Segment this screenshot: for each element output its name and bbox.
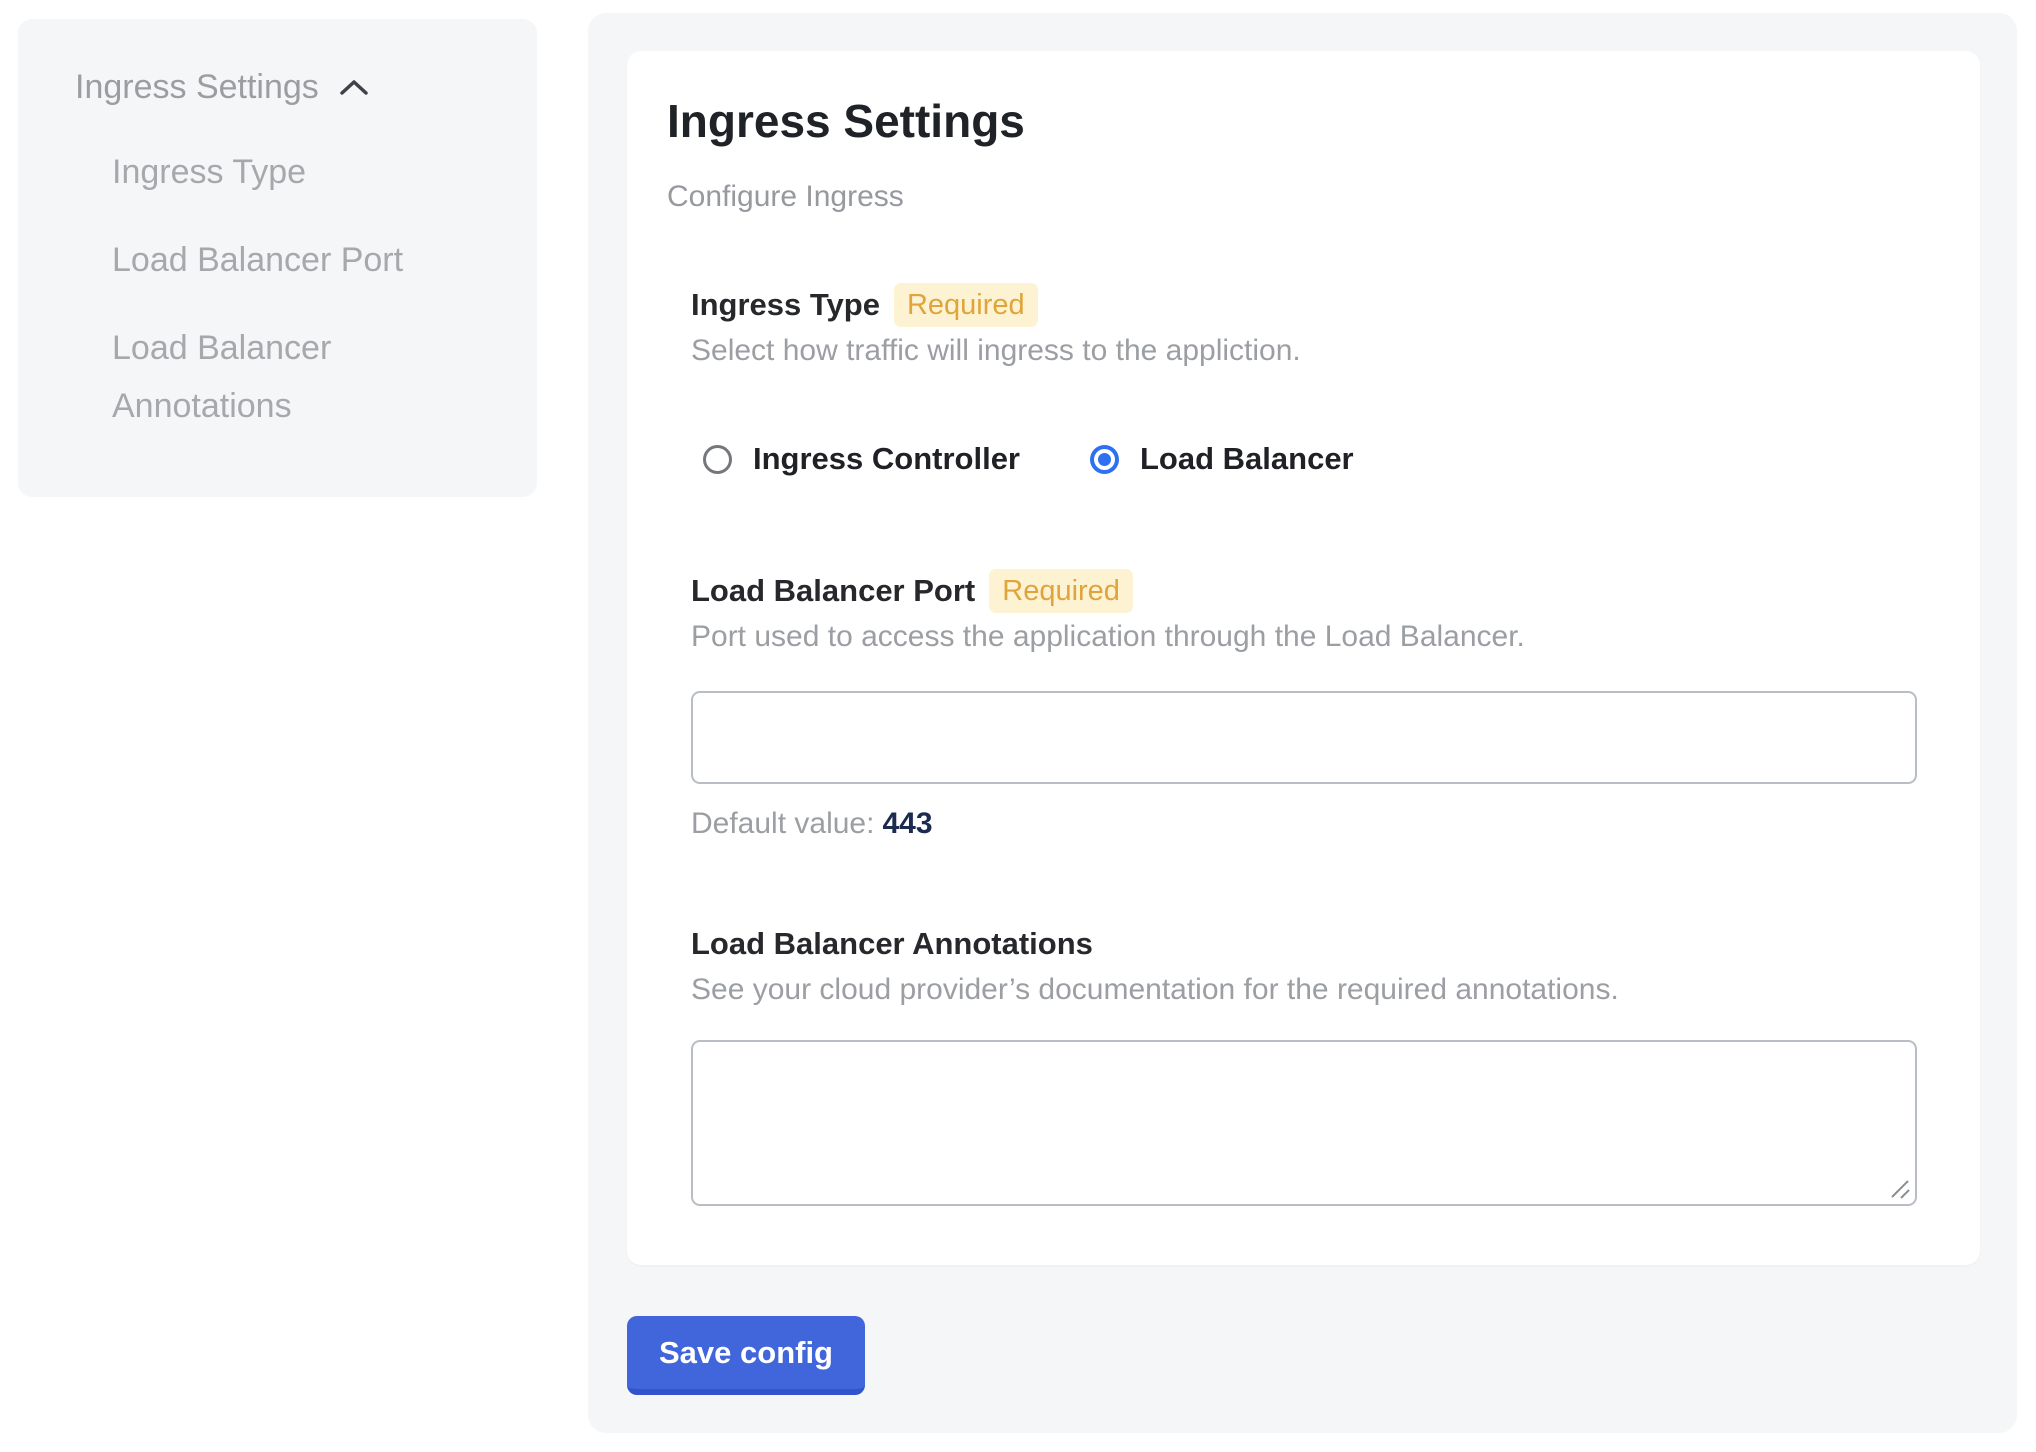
resize-handle-icon[interactable] [1887, 1176, 1911, 1200]
screen: Ingress Settings Ingress Type Load Balan… [0, 0, 2036, 1452]
radio-label-ingress-controller: Ingress Controller [753, 441, 1020, 477]
ingress-type-label-row: Ingress Type Required [691, 283, 1940, 327]
form-sections: Ingress Type Required Select how traffic… [691, 283, 1940, 1206]
load-balancer-port-label: Load Balancer Port [691, 569, 975, 613]
settings-card: Ingress Settings Configure Ingress Ingre… [627, 51, 1980, 1265]
sidebar-item-load-balancer-annotations[interactable]: Load Balancer Annotations [112, 319, 475, 435]
sidebar-list: Ingress Type Load Balancer Port Load Bal… [75, 143, 475, 435]
chevron-up-icon [339, 77, 369, 97]
default-value-note: Default value:443 [691, 804, 1940, 844]
radio-option-ingress-controller[interactable]: Ingress Controller [703, 441, 1020, 477]
ingress-type-description: Select how traffic will ingress to the a… [691, 331, 1940, 371]
sidebar-section-toggle[interactable]: Ingress Settings [75, 63, 497, 111]
radio-unchecked-icon[interactable] [703, 445, 732, 474]
section-ingress-type: Ingress Type Required Select how traffic… [691, 283, 1940, 477]
load-balancer-annotations-textarea[interactable] [691, 1040, 1917, 1206]
load-balancer-port-description: Port used to access the application thro… [691, 617, 1940, 657]
section-load-balancer-annotations: Load Balancer Annotations See your cloud… [691, 922, 1940, 1206]
page-subtitle: Configure Ingress [667, 177, 1940, 217]
page-title: Ingress Settings [667, 93, 1940, 149]
load-balancer-annotations-label-row: Load Balancer Annotations [691, 922, 1940, 966]
annotations-textarea-wrap [691, 1040, 1917, 1206]
default-value-label: Default value: [691, 807, 874, 840]
ingress-type-label: Ingress Type [691, 283, 880, 327]
radio-label-load-balancer: Load Balancer [1140, 441, 1354, 477]
main-panel: Ingress Settings Configure Ingress Ingre… [588, 13, 2017, 1433]
load-balancer-annotations-description: See your cloud provider’s documentation … [691, 970, 1940, 1010]
default-value: 443 [882, 807, 932, 840]
load-balancer-port-input[interactable] [691, 691, 1917, 784]
sidebar: Ingress Settings Ingress Type Load Balan… [18, 19, 537, 497]
sidebar-section-label: Ingress Settings [75, 63, 319, 111]
load-balancer-port-label-row: Load Balancer Port Required [691, 569, 1940, 613]
load-balancer-annotations-label: Load Balancer Annotations [691, 922, 1093, 966]
ingress-type-radio-group: Ingress Controller Load Balancer [691, 441, 1940, 477]
sidebar-item-load-balancer-port[interactable]: Load Balancer Port [112, 231, 475, 289]
sidebar-item-ingress-type[interactable]: Ingress Type [112, 143, 475, 201]
required-badge: Required [989, 569, 1133, 613]
save-config-button[interactable]: Save config [627, 1316, 865, 1395]
required-badge: Required [894, 283, 1038, 327]
section-load-balancer-port: Load Balancer Port Required Port used to… [691, 569, 1940, 844]
radio-checked-icon[interactable] [1090, 445, 1119, 474]
radio-option-load-balancer[interactable]: Load Balancer [1090, 441, 1354, 477]
